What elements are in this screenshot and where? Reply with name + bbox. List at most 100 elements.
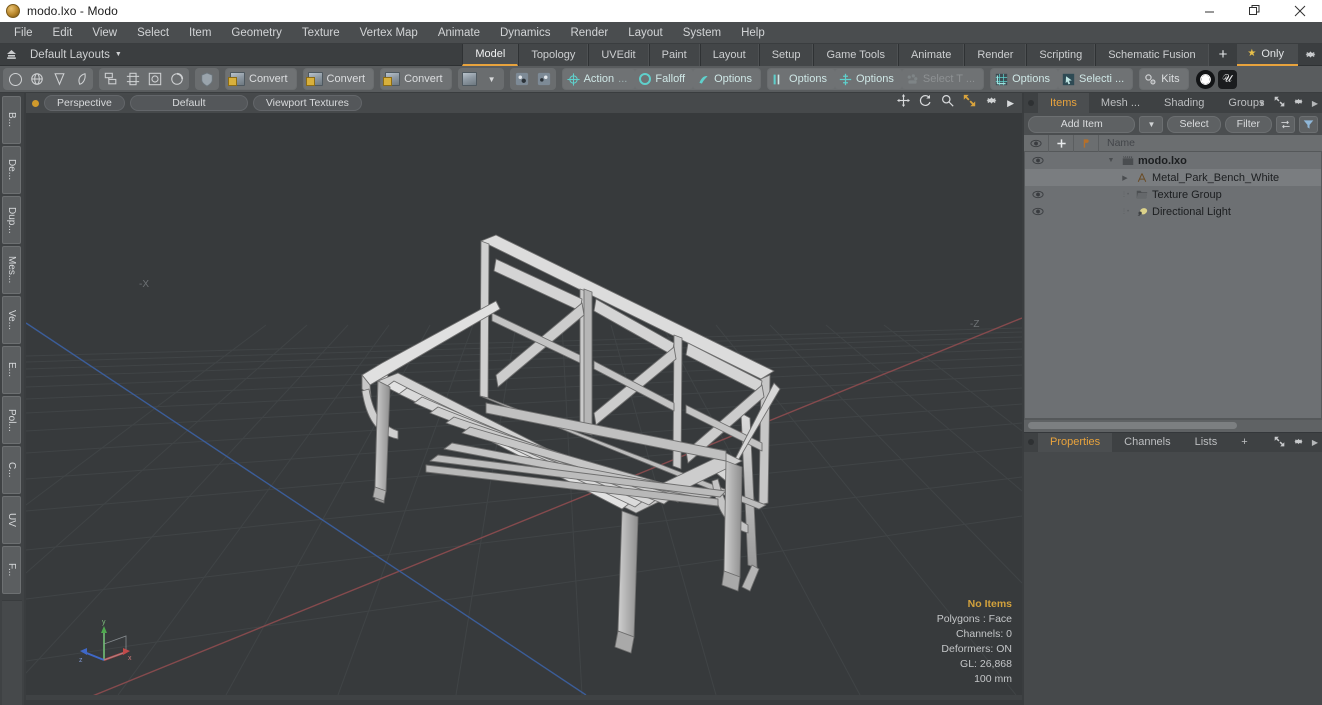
- left-tool-tab-0[interactable]: B...: [2, 96, 21, 144]
- radial-icon[interactable]: [166, 69, 188, 89]
- eye-icon[interactable]: [1025, 207, 1050, 216]
- layout-tab-scripting[interactable]: Scripting: [1026, 43, 1096, 66]
- viewport-3d[interactable]: -X -Z y x z No Items Polygons: Face Cha…: [26, 113, 1022, 695]
- expand-icon[interactable]: [1274, 94, 1285, 112]
- chevron-right-icon[interactable]: ▶: [1312, 99, 1318, 108]
- layout-tab-layout[interactable]: Layout: [699, 43, 759, 66]
- home-icon[interactable]: [0, 44, 22, 66]
- menu-item-animate[interactable]: Animate: [428, 22, 490, 44]
- viewport-preset-chip[interactable]: Default: [129, 95, 248, 111]
- layout-tab-schematic-fusion[interactable]: Schematic Fusion: [1095, 43, 1209, 66]
- add-item-button[interactable]: Add Item: [1028, 115, 1136, 133]
- kits-button[interactable]: Kits: [1140, 69, 1188, 89]
- left-tool-tab-4[interactable]: Ve...: [2, 296, 21, 344]
- maximize-icon[interactable]: [1232, 0, 1277, 22]
- left-tool-tab-8[interactable]: UV: [2, 496, 21, 544]
- boolean-icon[interactable]: [144, 69, 166, 89]
- action-center-button[interactable]: Action ...: [562, 69, 636, 89]
- sort-icon[interactable]: [1276, 115, 1295, 133]
- layout-tab-render[interactable]: Render: [964, 43, 1027, 66]
- falloff-button[interactable]: Falloff: [635, 69, 694, 89]
- menu-item-texture[interactable]: Texture: [292, 22, 350, 44]
- workplane-options-button[interactable]: Options: [768, 69, 835, 89]
- only-toggle[interactable]: ★ Only: [1237, 43, 1298, 66]
- menu-item-item[interactable]: Item: [179, 22, 221, 44]
- shield-icon[interactable]: [196, 69, 218, 89]
- convert-button-3[interactable]: Convert: [381, 69, 451, 89]
- items-panel-tab-items[interactable]: Items: [1038, 93, 1089, 113]
- left-tool-tab-7[interactable]: C...: [2, 446, 21, 494]
- eye-icon[interactable]: [1025, 190, 1050, 199]
- left-tool-tab-6[interactable]: Pol...: [2, 396, 21, 444]
- layout-tab-setup[interactable]: Setup: [758, 43, 814, 66]
- add-item-dropdown[interactable]: ▼: [1139, 115, 1164, 133]
- item-row[interactable]: ▶ Metal_Park_Bench_White: [1025, 169, 1321, 186]
- array-icon[interactable]: [100, 69, 122, 89]
- chevron-right-icon[interactable]: ▶: [1312, 438, 1318, 447]
- left-tool-tab-9[interactable]: F...: [2, 546, 21, 594]
- expand-icon[interactable]: [1274, 434, 1285, 452]
- properties-panel-tab-lists[interactable]: Lists: [1183, 433, 1230, 452]
- menu-item-edit[interactable]: Edit: [43, 22, 83, 44]
- left-tool-tab-1[interactable]: De...: [2, 146, 21, 194]
- minimize-icon[interactable]: [1187, 0, 1232, 22]
- selection-set-button[interactable]: Selecti ...: [1057, 69, 1133, 89]
- layout-tab-topology[interactable]: Topology: [518, 43, 589, 66]
- menu-item-layout[interactable]: Layout: [618, 22, 673, 44]
- menu-item-help[interactable]: Help: [731, 22, 775, 44]
- cone-primitive-icon[interactable]: [48, 69, 70, 89]
- pan-icon[interactable]: [897, 94, 911, 112]
- viewport-shading-chip[interactable]: Viewport Textures: [252, 95, 362, 111]
- filter-button[interactable]: Filter: [1224, 115, 1272, 133]
- chevron-right-icon[interactable]: ▶: [1007, 98, 1014, 109]
- properties-panel-tab--[interactable]: +: [1229, 433, 1259, 452]
- left-tool-tab-3[interactable]: Mes...: [2, 246, 21, 294]
- left-tool-tab-5[interactable]: E...: [2, 346, 21, 394]
- chevron-down-icon[interactable]: ▼: [1258, 99, 1266, 108]
- convert-button-1[interactable]: Convert: [226, 69, 296, 89]
- paint-icon[interactable]: [511, 69, 533, 89]
- items-panel-tab-mesh-[interactable]: Mesh ...: [1089, 93, 1152, 113]
- left-tool-tab-2[interactable]: Dup...: [2, 196, 21, 244]
- rotate-icon[interactable]: [919, 94, 932, 112]
- default-layouts-dropdown[interactable]: Default Layouts ▼: [22, 49, 130, 61]
- menu-item-render[interactable]: Render: [560, 22, 618, 44]
- add-layout-tab-button[interactable]: +: [1208, 43, 1238, 66]
- item-row[interactable]: ⋮• Texture Group: [1025, 186, 1321, 203]
- grid-options-button[interactable]: Options: [991, 69, 1058, 89]
- gear-icon[interactable]: [1293, 94, 1304, 112]
- transform-options-button[interactable]: Options: [834, 69, 902, 89]
- layout-tab-animate[interactable]: Animate: [897, 43, 965, 66]
- chevron-right-icon[interactable]: ▶: [1118, 174, 1132, 182]
- menu-item-vertex-map[interactable]: Vertex Map: [350, 22, 428, 44]
- items-horizontal-scrollbar[interactable]: [1024, 418, 1322, 432]
- select-through-button[interactable]: Select T ...: [901, 69, 984, 89]
- eye-icon[interactable]: [1025, 156, 1050, 165]
- menu-item-view[interactable]: View: [82, 22, 127, 44]
- menu-item-dynamics[interactable]: Dynamics: [490, 22, 560, 44]
- unreal-icon[interactable]: 𝒰: [1217, 69, 1237, 89]
- teardrop-primitive-icon[interactable]: [70, 69, 92, 89]
- layout-tab-model[interactable]: Model: [462, 43, 519, 66]
- menu-item-geometry[interactable]: Geometry: [221, 22, 292, 44]
- gear-icon[interactable]: [1293, 434, 1304, 452]
- funnel-icon[interactable]: [1299, 115, 1318, 133]
- viewport-projection-chip[interactable]: Perspective: [44, 95, 125, 111]
- chevron-down-icon[interactable]: ▼: [1104, 157, 1118, 164]
- item-row[interactable]: ⋮• Directional Light: [1025, 203, 1321, 220]
- texture-icon[interactable]: [533, 69, 555, 89]
- chevron-down-icon[interactable]: ▼: [481, 69, 503, 89]
- cube-icon[interactable]: [459, 69, 481, 89]
- menu-item-select[interactable]: Select: [127, 22, 179, 44]
- gear-icon[interactable]: [1298, 44, 1322, 66]
- sphere-primitive-icon[interactable]: [26, 69, 48, 89]
- globe-icon[interactable]: [1195, 69, 1215, 89]
- snap-options-button[interactable]: Options: [693, 69, 761, 89]
- fit-icon[interactable]: [963, 94, 976, 112]
- zoom-icon[interactable]: [941, 94, 954, 112]
- items-panel-tab-shading[interactable]: Shading: [1152, 93, 1216, 113]
- gear-icon[interactable]: [985, 94, 998, 112]
- circle-primitive-icon[interactable]: [4, 69, 26, 89]
- layout-tab-game-tools[interactable]: Game Tools: [813, 43, 898, 66]
- menu-item-system[interactable]: System: [673, 22, 731, 44]
